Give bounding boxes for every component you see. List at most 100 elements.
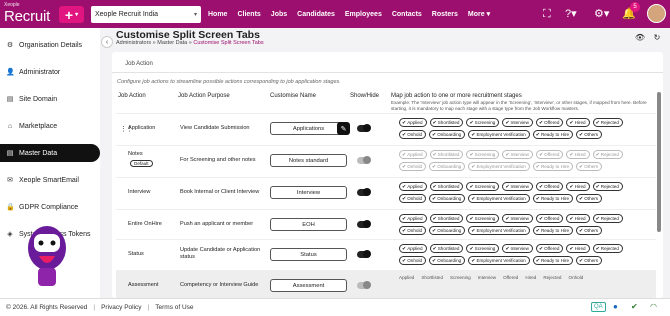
stage-chip[interactable]: ✔ Interview <box>502 150 533 159</box>
nav-item-clients[interactable]: Clients <box>237 11 260 18</box>
stage-chip[interactable]: ✔ Rejected <box>592 118 623 127</box>
edit-pencil-icon[interactable]: ✎ <box>337 122 350 135</box>
breadcrumb-master-data[interactable]: Master Data <box>157 40 187 46</box>
customise-name-input[interactable]: Status <box>270 248 347 261</box>
show-hide-toggle[interactable] <box>357 124 371 132</box>
stage-chip[interactable]: ✔ Interview <box>502 182 533 191</box>
terms-of-use-link[interactable]: Terms of Use <box>155 304 193 311</box>
nav-item-contacts[interactable]: Contacts <box>392 11 422 18</box>
show-hide-toggle[interactable] <box>357 156 371 164</box>
breadcrumb-administrators[interactable]: Administrators <box>116 40 151 46</box>
stage-chip[interactable]: ✔ Screening <box>466 150 500 159</box>
customise-name-input[interactable]: EOH <box>270 218 347 231</box>
stage-chip[interactable]: ✔ Rejected <box>592 150 623 159</box>
app-logo[interactable]: Xeople Recruit <box>4 2 50 26</box>
stage-chip[interactable]: ✔ Shortlisted <box>429 214 464 223</box>
stage-chip[interactable]: ✔ Applied <box>399 214 427 223</box>
stage-chip[interactable]: ✔ Onhold <box>399 162 427 171</box>
stage-chip[interactable]: ✔ Hired <box>566 150 590 159</box>
stage-chip[interactable]: ✔ Screening <box>466 244 500 253</box>
refresh-icon[interactable]: ↻ <box>651 33 663 45</box>
organisation-select[interactable]: Xeople Recruit India ▾ <box>91 6 201 23</box>
stage-chip[interactable]: ✔ Applied <box>399 182 427 191</box>
nav-item-rosters[interactable]: Rosters <box>432 11 458 18</box>
stage-chip[interactable]: ✔ Others <box>576 130 603 139</box>
stage-chip[interactable]: ✔ Onhold <box>399 226 427 235</box>
stage-chip[interactable]: ✔ Ready to Hire <box>532 256 574 265</box>
settings-gear-icon[interactable]: ⚙▾ <box>594 6 609 22</box>
sidebar-item-administrator[interactable]: 👤 Administrator <box>0 63 100 81</box>
customise-name-input[interactable]: Interview <box>270 186 347 199</box>
stage-chip[interactable]: ✔ Ready to Hire <box>532 226 574 235</box>
nav-item-employees[interactable]: Employees <box>345 11 382 18</box>
stage-chip[interactable]: ✔ Offered <box>535 244 564 253</box>
stage-chip[interactable]: ✔ Rejected <box>592 214 623 223</box>
privacy-policy-link[interactable]: Privacy Policy <box>101 304 141 311</box>
stage-chip[interactable]: ✔ Onhold <box>399 256 427 265</box>
stage-chip[interactable]: ✔ Screening <box>466 118 500 127</box>
stage-chip[interactable]: ✔ Shortlisted <box>429 182 464 191</box>
customise-name-input[interactable]: Notes standard <box>270 154 347 167</box>
stage-chip[interactable]: ✔ Ready to Hire <box>532 130 574 139</box>
stage-chip[interactable]: ✔ Onboarding <box>429 162 466 171</box>
sidebar-item-marketplace[interactable]: ⌂ Marketplace <box>0 117 100 135</box>
stage-chip[interactable]: ✔ Offered <box>535 182 564 191</box>
user-circle-icon[interactable]: ● <box>613 302 618 312</box>
stage-chip[interactable]: ✔ Ready to Hire <box>532 194 574 203</box>
quick-add-button[interactable]: + ▾ <box>59 6 84 23</box>
sidebar-item-master-data[interactable]: ▤ Master Data <box>0 144 100 162</box>
stage-chip[interactable]: ✔ Rejected <box>592 182 623 191</box>
stage-chip[interactable]: ✔ Others <box>576 162 603 171</box>
tab-job-action[interactable]: Job Action <box>119 56 159 71</box>
stage-chip[interactable]: ✔ Offered <box>535 118 564 127</box>
stage-chip[interactable]: ✔ Others <box>576 226 603 235</box>
stage-chip[interactable]: ✔ Rejected <box>592 244 623 253</box>
stage-chip[interactable]: ✔ Applied <box>399 118 427 127</box>
stage-chip[interactable]: ✔ Employment Verification <box>468 162 530 171</box>
stage-chip[interactable]: ✔ Interview <box>502 118 533 127</box>
show-hide-toggle[interactable] <box>357 250 371 258</box>
stage-chip[interactable]: ✔ Hired <box>566 214 590 223</box>
nav-item-home[interactable]: Home <box>208 11 227 18</box>
stage-chip[interactable]: ✔ Screening <box>466 214 500 223</box>
stage-chip[interactable]: ✔ Hired <box>566 118 590 127</box>
collapse-sidebar-button[interactable]: ‹ <box>101 36 113 48</box>
stage-chip[interactable]: ✔ Shortlisted <box>429 244 464 253</box>
stage-chip[interactable]: ✔ Applied <box>399 244 427 253</box>
stage-chip[interactable]: ✔ Onboarding <box>429 130 466 139</box>
nav-item-jobs[interactable]: Jobs <box>271 11 287 18</box>
stage-chip[interactable]: ✔ Others <box>576 256 603 265</box>
stage-chip[interactable]: ✔ Offered <box>535 150 564 159</box>
stage-chip[interactable]: ✔ Hired <box>566 244 590 253</box>
sidebar-item-gdpr-compliance[interactable]: 🔒 GDPR Compliance <box>0 198 100 216</box>
stage-chip[interactable]: ✔ Interview <box>502 244 533 253</box>
stage-chip[interactable]: ✔ Others <box>576 194 603 203</box>
stage-chip[interactable]: ✔ Interview <box>502 214 533 223</box>
stage-chip[interactable]: ✔ Onhold <box>399 194 427 203</box>
sidebar-item-site-domain[interactable]: ▤ Site Domain <box>0 90 100 108</box>
stage-chip[interactable]: ✔ Employment Verification <box>468 226 530 235</box>
stage-chip[interactable]: ✔ Employment Verification <box>468 194 530 203</box>
chevron-down-icon[interactable]: ▾ <box>487 10 491 18</box>
sidebar-item-xeople-smartemail[interactable]: ✉ Xeople SmartEmail <box>0 171 100 189</box>
stage-chip[interactable]: ✔ Onboarding <box>429 194 466 203</box>
stage-chip[interactable]: ✔ Offered <box>535 214 564 223</box>
help-icon[interactable]: ?▾ <box>565 6 577 22</box>
stage-chip[interactable]: ✔ Employment Verification <box>468 130 530 139</box>
stage-chip[interactable]: ✔ Shortlisted <box>429 150 464 159</box>
show-hide-toggle[interactable] <box>357 281 371 289</box>
fullscreen-icon[interactable]: ⛶ <box>543 6 551 22</box>
show-hide-toggle[interactable] <box>357 220 371 228</box>
stage-chip[interactable]: ✔ Shortlisted <box>429 118 464 127</box>
stage-chip[interactable]: ✔ Ready to Hire <box>532 162 574 171</box>
stage-chip[interactable]: ✔ Onboarding <box>429 226 466 235</box>
stage-chip[interactable]: ✔ Applied <box>399 150 427 159</box>
stage-chip[interactable]: ✔ Onboarding <box>429 256 466 265</box>
nav-item-candidates[interactable]: Candidates <box>297 11 335 18</box>
show-hide-toggle[interactable] <box>357 188 371 196</box>
stage-chip[interactable]: ✔ Onhold <box>399 130 427 139</box>
customise-name-input[interactable]: Assessment <box>270 279 347 292</box>
scrollbar[interactable] <box>657 92 661 232</box>
eye-icon[interactable]: 👁 <box>634 33 646 45</box>
customise-name-input[interactable]: Applications <box>270 122 347 135</box>
